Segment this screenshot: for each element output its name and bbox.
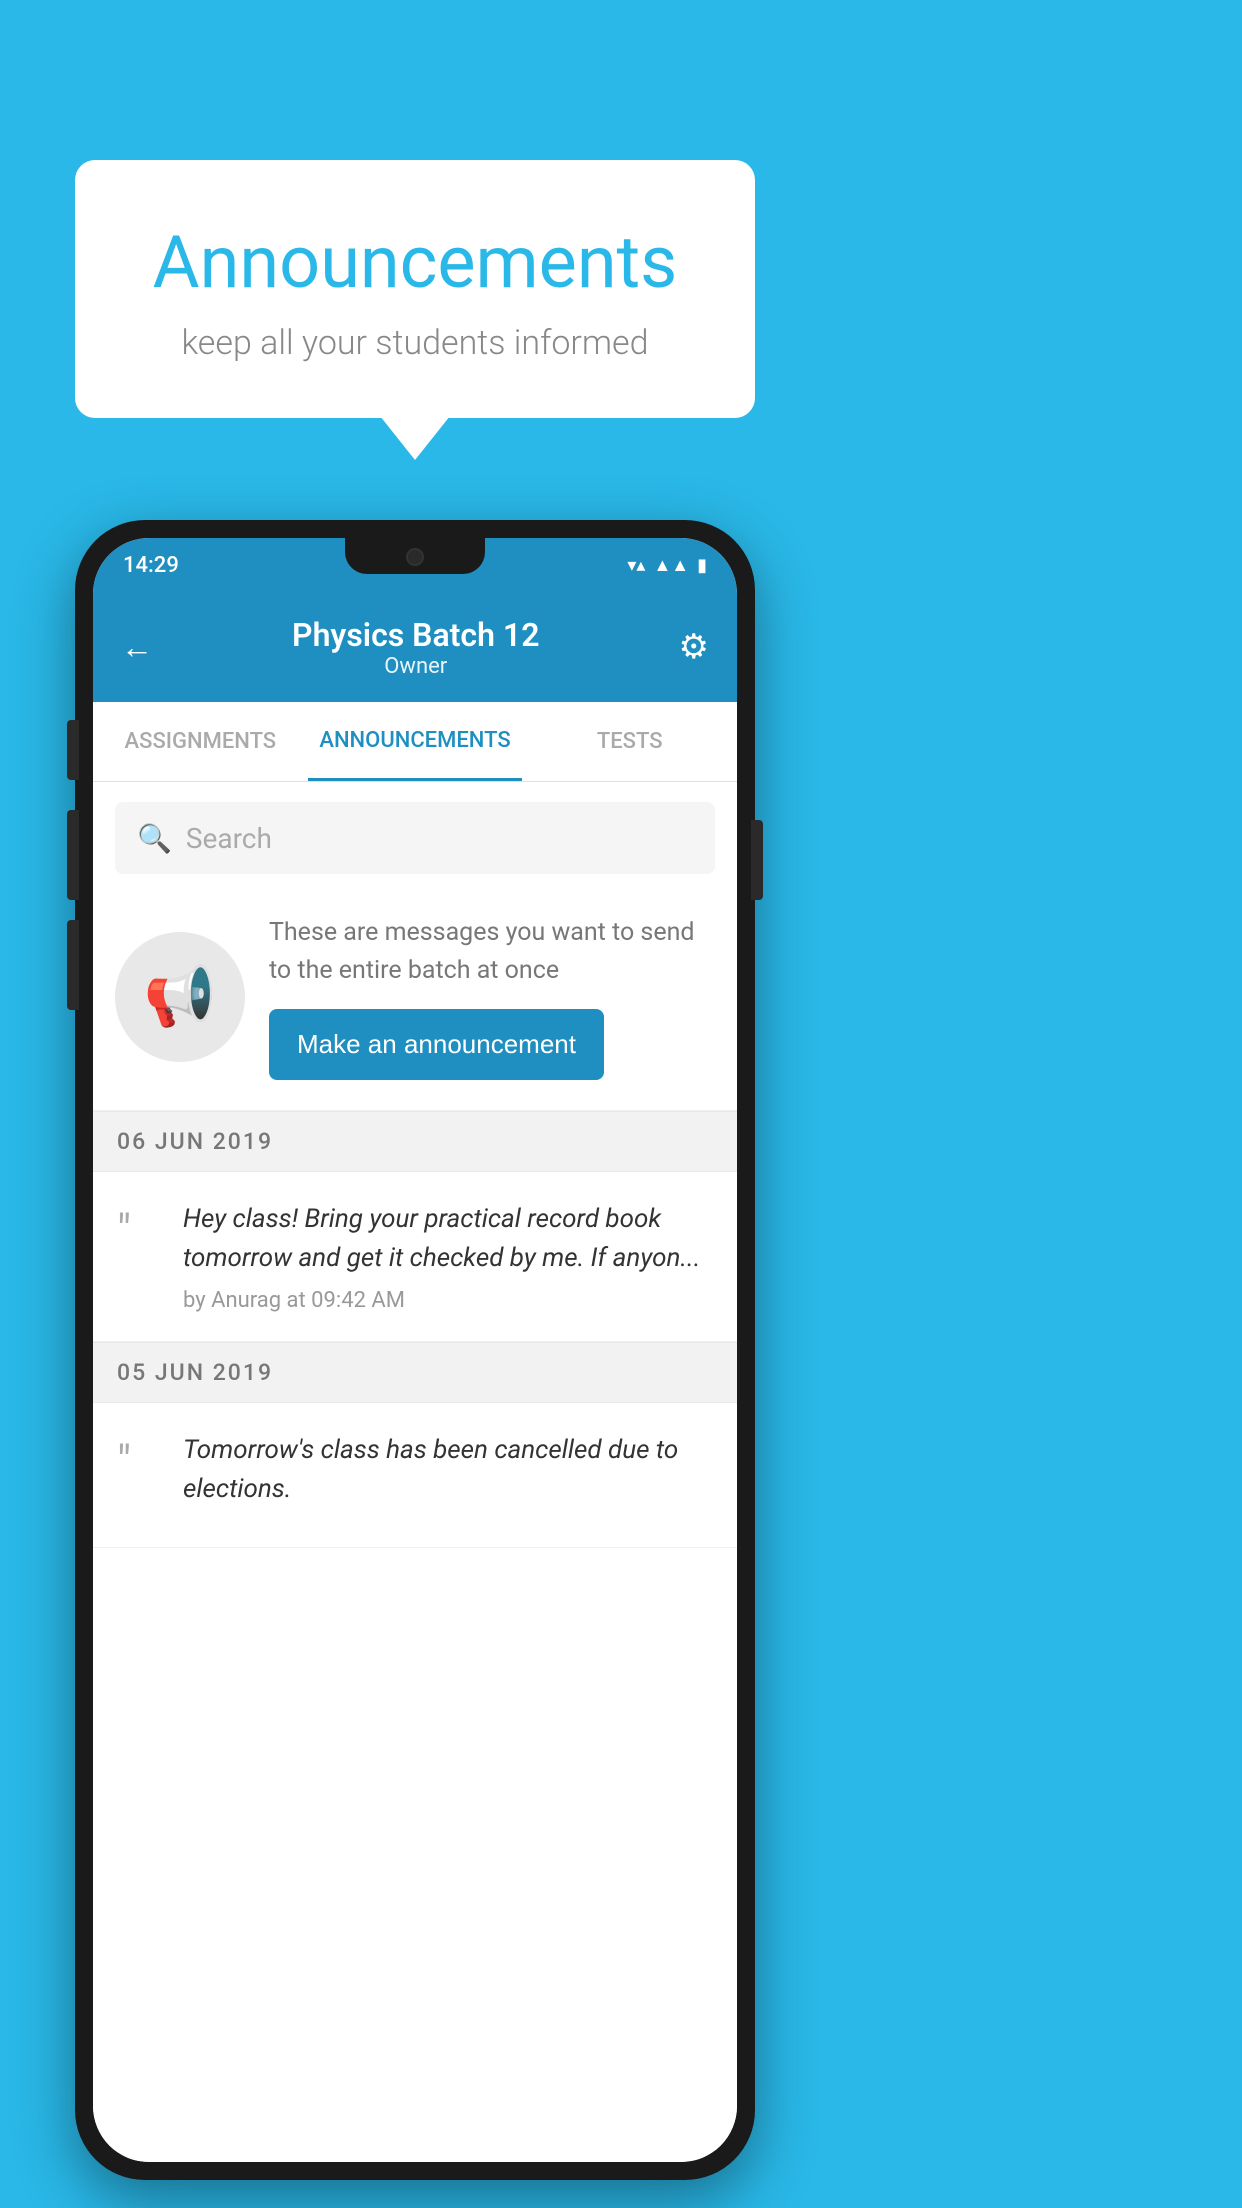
speech-bubble-container: Announcements keep all your students inf…: [75, 160, 755, 418]
volume-down-button: [67, 810, 79, 900]
phone-notch: [345, 538, 485, 574]
volume-up-button: [67, 720, 79, 780]
tab-bar: ASSIGNMENTS ANNOUNCEMENTS TESTS: [93, 702, 737, 782]
make-announcement-button[interactable]: Make an announcement: [269, 1009, 604, 1080]
status-time: 14:29: [123, 553, 179, 578]
megaphone-icon: 📢: [144, 963, 216, 1031]
batch-subtitle: Owner: [153, 654, 679, 679]
phone-screen: 14:29 ▾▴ ▲▲ ▮ ← Physics Batch 12 Owner ⚙…: [93, 538, 737, 2162]
search-bar[interactable]: 🔍 Search: [115, 802, 715, 874]
promo-icon-circle: 📢: [115, 932, 245, 1062]
promo-description: These are messages you want to send to t…: [269, 914, 715, 989]
search-icon: 🔍: [137, 822, 172, 855]
phone-frame: 14:29 ▾▴ ▲▲ ▮ ← Physics Batch 12 Owner ⚙…: [75, 520, 755, 2180]
announcement-text-2: Tomorrow's class has been cancelled due …: [183, 1431, 713, 1519]
app-header: ← Physics Batch 12 Owner ⚙: [93, 592, 737, 702]
power-button: [751, 820, 763, 900]
speech-bubble-title: Announcements: [125, 220, 705, 305]
back-button[interactable]: ←: [121, 628, 153, 666]
announcement-item-1[interactable]: " Hey class! Bring your practical record…: [93, 1172, 737, 1342]
battery-icon: ▮: [697, 555, 707, 576]
announcement-message-2: Tomorrow's class has been cancelled due …: [183, 1431, 713, 1509]
search-placeholder: Search: [186, 822, 272, 855]
quote-icon-2: ": [117, 1435, 161, 1487]
signal-icon: ▲▲: [653, 555, 689, 576]
header-center: Physics Batch 12 Owner: [153, 616, 679, 679]
quote-icon: ": [117, 1204, 161, 1256]
announcement-message-1: Hey class! Bring your practical record b…: [183, 1200, 713, 1278]
date-section-2: 05 JUN 2019: [93, 1342, 737, 1403]
tab-assignments[interactable]: ASSIGNMENTS: [93, 702, 308, 781]
batch-title: Physics Batch 12: [153, 616, 679, 654]
speech-bubble: Announcements keep all your students inf…: [75, 160, 755, 418]
wifi-icon: ▾▴: [627, 555, 645, 576]
tab-tests[interactable]: TESTS: [522, 702, 737, 781]
front-camera: [406, 548, 424, 566]
announcement-text-1: Hey class! Bring your practical record b…: [183, 1200, 713, 1313]
announcement-item-2[interactable]: " Tomorrow's class has been cancelled du…: [93, 1403, 737, 1548]
promo-content: These are messages you want to send to t…: [269, 914, 715, 1080]
content-area: 🔍 Search 📢 These are messages you want t…: [93, 782, 737, 2162]
settings-button[interactable]: ⚙: [679, 627, 709, 667]
silent-button: [67, 920, 79, 1010]
status-icons: ▾▴ ▲▲ ▮: [627, 555, 707, 576]
speech-bubble-subtitle: keep all your students informed: [125, 323, 705, 363]
promo-card: 📢 These are messages you want to send to…: [93, 894, 737, 1111]
tab-announcements[interactable]: ANNOUNCEMENTS: [308, 702, 523, 781]
date-section-1: 06 JUN 2019: [93, 1111, 737, 1172]
announcement-meta-1: by Anurag at 09:42 AM: [183, 1288, 713, 1313]
